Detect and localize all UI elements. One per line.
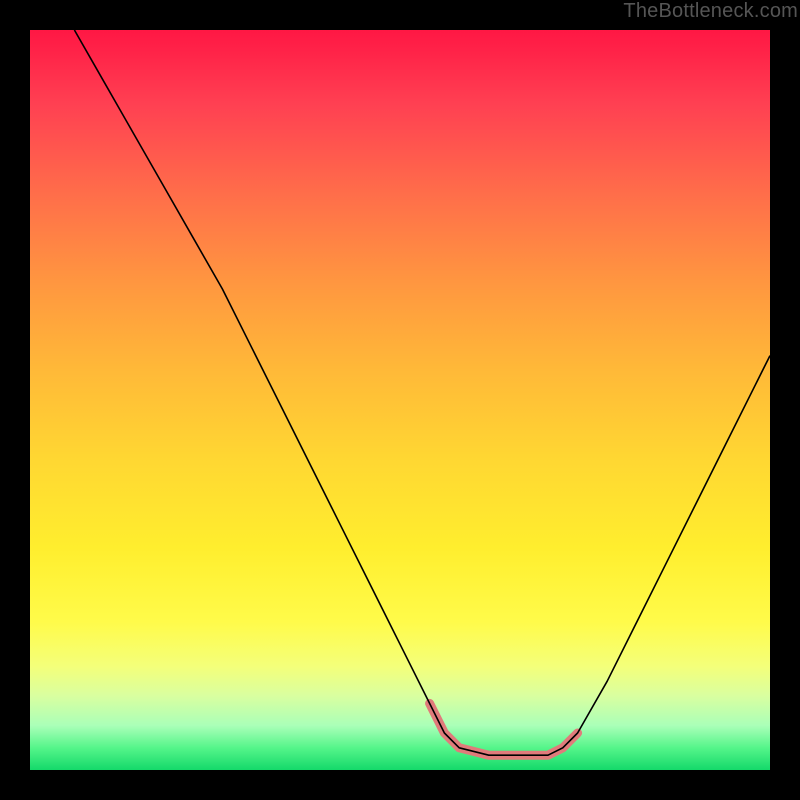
plot-gradient-bg (30, 30, 770, 770)
chart-stage: TheBottleneck.com (0, 0, 800, 800)
watermark-text: TheBottleneck.com (623, 0, 798, 23)
